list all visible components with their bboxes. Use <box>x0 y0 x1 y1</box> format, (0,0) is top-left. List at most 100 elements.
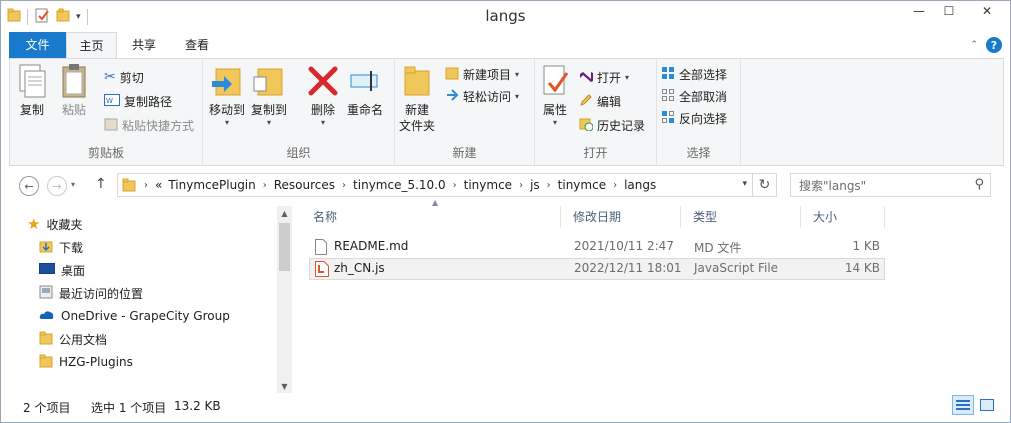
chevron-right-icon[interactable]: › <box>449 180 461 191</box>
tree-item-favorites[interactable]: ★ 收藏夹 <box>27 213 82 235</box>
select-all-icon <box>661 66 675 83</box>
breadcrumb-tinymce[interactable]: tinymce <box>461 178 515 192</box>
file-row[interactable]: README.md 2021/10/11 2:47 MD 文件 1 KB <box>309 236 885 258</box>
chevron-right-icon[interactable]: › <box>609 180 621 191</box>
tree-item-downloads[interactable]: 下载 <box>39 236 83 258</box>
tree-item-onedrive[interactable]: OneDrive - GrapeCity Group <box>39 305 230 327</box>
svg-text:W: W <box>106 97 113 105</box>
tree-item-recent-places[interactable]: 最近访问的位置 <box>39 282 143 304</box>
column-header-modified[interactable]: 修改日期 <box>561 206 681 228</box>
group-open: 属性 ▾ 打开 ▾ 编辑 历史记录 打开 <box>535 59 657 165</box>
breadcrumb-langs[interactable]: langs <box>621 178 659 192</box>
move-to-button[interactable]: 移动到 ▾ <box>209 63 245 127</box>
close-button[interactable]: ✕ <box>964 1 1010 21</box>
breadcrumb-overflow[interactable]: « <box>152 178 165 192</box>
chevron-right-icon[interactable]: › <box>338 180 350 191</box>
edit-button[interactable]: 编辑 <box>579 91 621 111</box>
tab-share[interactable]: 共享 <box>117 32 171 58</box>
forward-button[interactable]: → <box>47 176 67 196</box>
properties-button[interactable]: 属性 ▾ <box>539 63 571 127</box>
explorer-window: ▾ langs — ☐ ✕ 文件 主页 共享 查看 ⌃ ? 复制 粘贴 ✂ 剪切… <box>0 0 1011 423</box>
column-header-name[interactable]: 名称 <box>301 206 561 228</box>
group-clipboard: 复制 粘贴 ✂ 剪切 W 复制路径 粘贴快捷方式 剪贴板 <box>10 59 203 165</box>
rename-button[interactable]: 重命名 <box>347 63 383 118</box>
group-select: 全部选择 全部取消 反向选择 选择 <box>657 59 741 165</box>
select-all-button[interactable]: 全部选择 <box>661 64 727 84</box>
visual-studio-icon <box>579 69 593 86</box>
ribbon: 复制 粘贴 ✂ 剪切 W 复制路径 粘贴快捷方式 剪贴板 移动到 ▾ 复制到 ▾… <box>9 58 1004 166</box>
scroll-up-icon[interactable]: ▲ <box>277 206 292 220</box>
column-header-size[interactable]: 大小 <box>801 206 885 228</box>
breadcrumb-tinymce-sub[interactable]: tinymce <box>555 178 609 192</box>
paste-shortcut-icon <box>104 117 118 134</box>
address-bar[interactable]: › « TinymcePlugin › Resources › tinymce_… <box>117 173 753 197</box>
selected-count: 选中 1 个项目 <box>91 401 167 415</box>
edit-pencil-icon <box>579 93 593 110</box>
details-view-button[interactable] <box>952 395 974 415</box>
view-switcher <box>952 395 998 415</box>
history-button[interactable]: 历史记录 <box>579 115 645 135</box>
large-icons-view-button[interactable] <box>976 395 998 415</box>
easy-access-icon <box>445 88 459 105</box>
delete-button[interactable]: 删除 ▾ <box>307 63 339 127</box>
breadcrumb-resources[interactable]: Resources <box>271 178 338 192</box>
expand-ribbon-icon[interactable]: ⌃ <box>970 40 978 50</box>
clipboard-icon <box>58 63 90 102</box>
copy-path-button[interactable]: W 复制路径 <box>104 91 172 111</box>
cloud-icon <box>39 309 55 324</box>
back-button[interactable]: ← <box>19 176 39 196</box>
minimize-button[interactable]: — <box>904 1 934 21</box>
tab-view[interactable]: 查看 <box>171 32 223 58</box>
scrollbar-thumb[interactable] <box>279 223 290 271</box>
copy-to-button[interactable]: 复制到 ▾ <box>251 63 287 127</box>
file-size: 14 KB <box>844 261 880 275</box>
select-none-button[interactable]: 全部取消 <box>661 86 727 106</box>
address-dropdown-icon[interactable]: ▾ <box>742 179 747 189</box>
up-arrow-icon[interactable]: ↑ <box>95 176 107 192</box>
recent-locations-icon[interactable]: ▾ <box>71 180 75 189</box>
copy-icon <box>16 63 48 102</box>
tree-item-desktop[interactable]: 桌面 <box>39 259 85 281</box>
file-row[interactable]: zh_CN.js 2022/12/11 18:01 JavaScript Fil… <box>309 258 885 280</box>
maximize-button[interactable]: ☐ <box>934 1 964 21</box>
new-item-button[interactable]: 新建项目 ▾ <box>445 64 519 84</box>
invert-selection-button[interactable]: 反向选择 <box>661 108 727 128</box>
paste-shortcut-button[interactable]: 粘贴快捷方式 <box>104 115 194 135</box>
invert-selection-icon <box>661 110 675 127</box>
open-button[interactable]: 打开 ▾ <box>579 67 629 87</box>
help-icon[interactable]: ? <box>986 37 1002 53</box>
column-header-type[interactable]: 类型 <box>681 206 801 228</box>
new-item-icon <box>445 66 459 83</box>
tab-file[interactable]: 文件 <box>9 32 66 58</box>
refresh-icon: ↻ <box>758 177 771 193</box>
easy-access-button[interactable]: 轻松访问 ▾ <box>445 86 519 106</box>
move-to-folder-icon <box>210 63 244 102</box>
breadcrumb-tinymceplugin[interactable]: TinymcePlugin <box>165 178 258 192</box>
tab-home[interactable]: 主页 <box>66 32 117 59</box>
window-controls: — ☐ ✕ <box>904 1 1010 21</box>
cut-button[interactable]: ✂ 剪切 <box>104 67 144 87</box>
ribbon-tabs: 文件 主页 共享 查看 ⌃ ? <box>1 32 1010 59</box>
navigation-pane-scrollbar[interactable]: ▲ ▼ <box>277 206 292 393</box>
chevron-right-icon[interactable]: › <box>259 180 271 191</box>
tree-item-public-documents[interactable]: 公用文档 <box>39 328 107 350</box>
scroll-down-icon[interactable]: ▼ <box>277 379 292 393</box>
breadcrumb-tinymce-version[interactable]: tinymce_5.10.0 <box>350 178 449 192</box>
breadcrumb-js[interactable]: js <box>527 178 543 192</box>
star-icon: ★ <box>27 215 41 233</box>
paste-button[interactable]: 粘贴 <box>58 63 90 118</box>
file-modified: 2021/10/11 2:47 <box>574 239 674 253</box>
copy-button[interactable]: 复制 <box>16 63 48 118</box>
navigation-bar: ← → ▾ ↑ › « TinymcePlugin › Resources › … <box>1 171 1010 201</box>
refresh-button[interactable]: ↻ <box>753 173 777 197</box>
chevron-right-icon[interactable]: › <box>515 180 527 191</box>
folder-icon <box>39 354 53 371</box>
history-icon <box>579 117 594 134</box>
tree-item-hzg-plugins[interactable]: HZG-Plugins <box>39 351 133 373</box>
new-folder-button[interactable]: 新建 文件夹 <box>399 63 435 134</box>
search-input[interactable]: 搜索"langs" ⚲ <box>790 173 991 197</box>
scissors-icon: ✂ <box>104 69 116 85</box>
file-size: 1 KB <box>852 239 880 253</box>
chevron-right-icon[interactable]: › <box>543 180 555 191</box>
delete-x-icon <box>307 63 339 102</box>
